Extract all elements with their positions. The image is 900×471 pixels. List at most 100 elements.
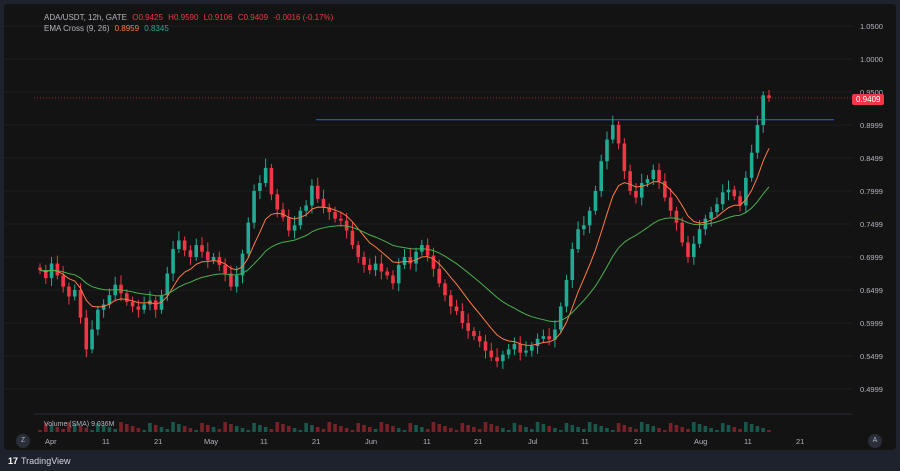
volume-bar (599, 426, 604, 432)
candle-body (171, 249, 175, 274)
volume-bar (755, 426, 760, 432)
volume-bar (744, 422, 748, 432)
candle-body (96, 309, 100, 330)
candle-body (229, 273, 233, 287)
volume-bar (535, 422, 540, 432)
volume-bar (292, 428, 297, 432)
volume-bar (217, 429, 222, 432)
volume-bar (391, 426, 395, 432)
price-label: 0.4999 (860, 385, 883, 394)
volume-bar (576, 427, 580, 432)
volume-bar (327, 422, 332, 432)
volume-bar (518, 425, 523, 432)
price-label: 0.5999 (860, 319, 883, 328)
price-label: 0.8999 (860, 121, 883, 130)
candle-body (136, 306, 141, 310)
candle-body (275, 194, 280, 210)
candle-body (38, 267, 42, 271)
candle-body (657, 169, 661, 182)
symbol-info: ADA/USDT, 12h, GATE (44, 13, 127, 22)
goto-date-button[interactable]: Z (16, 434, 30, 448)
candle-body (177, 240, 181, 250)
price-label: 0.7999 (860, 187, 883, 196)
volume-bar (333, 424, 337, 432)
volume-bar (553, 428, 557, 432)
volume-bar (691, 422, 696, 432)
candle-body (767, 95, 771, 98)
candle-body (84, 317, 89, 350)
volume-bar (663, 430, 667, 432)
volume-bar (350, 430, 355, 432)
candle-body (408, 256, 413, 264)
symbol-legend[interactable]: ADA/USDT, 12h, GATE O0.9425 H0.9590 L0.9… (44, 13, 336, 22)
candle-body (367, 264, 372, 271)
volume-bar (84, 428, 89, 432)
price-chart[interactable] (4, 4, 896, 450)
volume-bar (148, 423, 152, 432)
candle-body (246, 222, 251, 254)
time-label: Aug (694, 437, 708, 446)
volume-bar (466, 425, 470, 432)
volume-bar (275, 422, 280, 432)
candle-body (61, 275, 65, 287)
candle-body (362, 256, 366, 265)
candle-body (153, 300, 158, 310)
candle-body (286, 217, 291, 231)
volume-bar (321, 429, 326, 432)
volume-bar (657, 428, 661, 432)
tradingview-mark: 17 (8, 456, 19, 466)
candle-body (576, 229, 580, 250)
volume-bar (229, 424, 233, 432)
time-label: 11 (260, 437, 268, 446)
volume-bar (205, 425, 210, 432)
candle-body (234, 275, 239, 287)
volume-bar (703, 426, 708, 432)
volume-bar (674, 425, 679, 432)
candle-body (188, 250, 193, 257)
volume-legend[interactable]: Volume (SMA) 9.036M (44, 421, 114, 428)
price-label: 0.8499 (860, 154, 883, 163)
volume-bar (408, 423, 413, 432)
indicator-legend[interactable]: EMA Cross (9, 26) 0.8959 0.8345 (44, 24, 172, 33)
volume-bar (749, 424, 754, 432)
volume-bar (234, 426, 239, 432)
volume-bar (367, 427, 372, 432)
candle-body (668, 197, 673, 211)
tradingview-logo[interactable]: 17 TradingView (8, 456, 71, 466)
candle-body (564, 280, 569, 307)
candle-body (72, 289, 77, 297)
volume-bar (246, 430, 251, 432)
candle-body (541, 336, 546, 339)
candle-body (645, 179, 650, 184)
candle-body (489, 350, 494, 358)
candle-body (472, 330, 476, 337)
candle-body (130, 301, 135, 307)
volume-bar (136, 428, 141, 432)
volume-bar (159, 427, 164, 432)
candle-body (483, 341, 488, 351)
ema-slow-value: 0.8345 (144, 24, 169, 33)
volume-bar (709, 428, 713, 432)
candle-body (512, 344, 517, 350)
candle-body (194, 245, 199, 257)
volume-bar (524, 427, 528, 432)
volume-bar (113, 429, 118, 432)
open-value: O0.9425 (132, 13, 163, 22)
volume-bar (622, 425, 627, 432)
auto-scale-button[interactable]: A (868, 434, 882, 448)
candle-body (350, 230, 355, 246)
volume-bar (182, 426, 187, 432)
candle-body (205, 251, 210, 261)
volume-bar (61, 429, 65, 432)
volume-bar (286, 426, 291, 432)
candle-body (223, 264, 227, 274)
chart-panel[interactable]: ADA/USDT, 12h, GATE O0.9425 H0.9590 L0.9… (4, 4, 896, 450)
volume-bar (529, 429, 534, 432)
volume-bar (252, 423, 256, 432)
volume-bar (651, 426, 656, 432)
price-label: 1.0500 (860, 22, 883, 31)
volume-bar (443, 426, 447, 432)
candle-body (518, 344, 523, 353)
volume-bar (119, 422, 123, 432)
candle-body (529, 346, 534, 351)
